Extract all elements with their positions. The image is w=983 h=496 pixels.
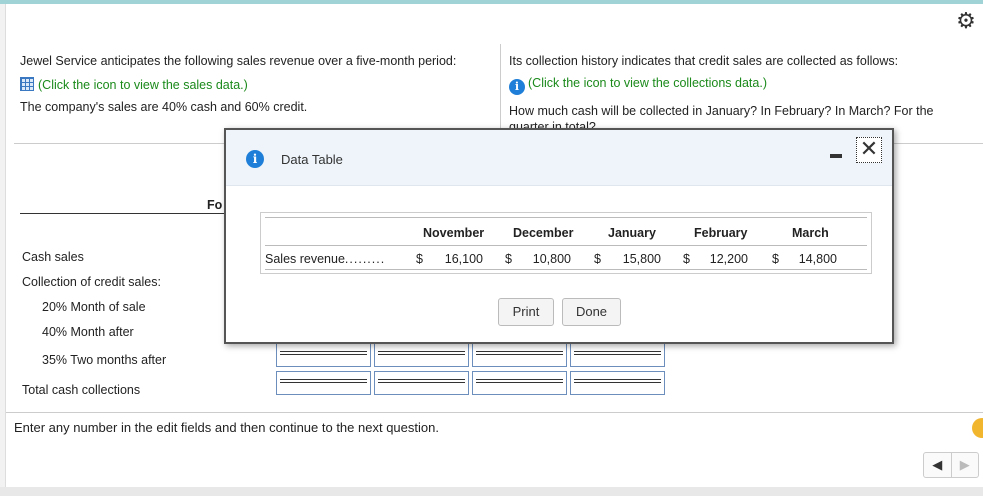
value-december: 10,800 bbox=[532, 252, 571, 266]
table-bottom-rule bbox=[265, 269, 867, 270]
sales-data-link[interactable]: (Click the icon to view the sales data.) bbox=[20, 77, 248, 92]
info-icon[interactable]: i bbox=[509, 79, 525, 95]
table-header-rule bbox=[265, 245, 867, 246]
collections-data-link[interactable]: i (Click the icon to view the collections… bbox=[509, 76, 767, 95]
sales-data-link-text[interactable]: (Click the icon to view the sales data.) bbox=[38, 78, 248, 92]
col-header-february: February bbox=[694, 226, 748, 240]
row-label-collection-credit: Collection of credit sales: bbox=[22, 275, 161, 289]
col-header-january: January bbox=[608, 226, 656, 240]
top-accent-bar bbox=[0, 0, 983, 4]
prev-button[interactable]: ◀ bbox=[924, 453, 951, 477]
col-header-december: December bbox=[513, 226, 574, 240]
footer-divider bbox=[6, 412, 983, 413]
row-label-total-cash: Total cash collections bbox=[22, 383, 141, 397]
collections-data-link-text[interactable]: (Click the icon to view the collections … bbox=[528, 76, 767, 90]
schedule-header-rule bbox=[20, 213, 225, 214]
info-icon: i bbox=[246, 150, 264, 168]
close-button[interactable]: ✕ bbox=[856, 137, 882, 163]
value-february: 12,200 bbox=[709, 252, 748, 266]
left-intro-text: Jewel Service anticipates the following … bbox=[20, 54, 457, 68]
currency-sign: $ bbox=[505, 252, 512, 266]
bottom-strip bbox=[0, 487, 983, 496]
question-text: How much cash will be collected in Janua… bbox=[509, 104, 934, 129]
currency-sign: $ bbox=[683, 252, 690, 266]
value-march: 14,800 bbox=[798, 252, 837, 266]
value-january: 15,800 bbox=[622, 252, 661, 266]
schedule-header-fragment: Fo bbox=[207, 198, 223, 212]
input-feb-total[interactable] bbox=[374, 371, 469, 395]
grid-table-icon[interactable] bbox=[20, 77, 34, 91]
row-label-cash-sales: Cash sales bbox=[22, 250, 84, 264]
input-mar-total[interactable] bbox=[472, 371, 567, 395]
print-button[interactable]: Print bbox=[498, 298, 554, 326]
minimize-icon[interactable] bbox=[830, 154, 842, 158]
gear-icon[interactable]: ⚙ bbox=[955, 10, 977, 32]
instruction-text: Enter any number in the edit fields and … bbox=[14, 420, 439, 435]
value-november: 16,100 bbox=[444, 252, 483, 266]
sales-mix-note: The company's sales are 40% cash and 60%… bbox=[20, 100, 308, 114]
input-jan-total[interactable] bbox=[276, 371, 371, 395]
input-quarter-two-months-after[interactable] bbox=[570, 343, 665, 367]
help-icon[interactable] bbox=[972, 418, 983, 438]
input-jan-two-months-after[interactable] bbox=[276, 343, 371, 367]
row-label-month-of-sale: 20% Month of sale bbox=[42, 300, 146, 314]
currency-sign: $ bbox=[772, 252, 779, 266]
row-label-sales-revenue: Sales revenue......... bbox=[265, 252, 386, 266]
input-quarter-total[interactable] bbox=[570, 371, 665, 395]
data-table-dialog: i Data Table ✕ November December January… bbox=[224, 128, 894, 344]
left-edge-panel bbox=[0, 4, 6, 496]
currency-sign: $ bbox=[416, 252, 423, 266]
input-feb-two-months-after[interactable] bbox=[374, 343, 469, 367]
table-top-rule bbox=[265, 217, 867, 218]
col-header-november: November bbox=[423, 226, 485, 240]
dialog-header: i Data Table ✕ bbox=[226, 130, 892, 186]
column-divider bbox=[500, 44, 501, 128]
next-button[interactable]: ▶ bbox=[950, 453, 979, 477]
col-header-march: March bbox=[792, 226, 829, 240]
row-label-two-months-after: 35% Two months after bbox=[42, 353, 167, 367]
row-label-month-after: 40% Month after bbox=[42, 325, 134, 339]
currency-sign: $ bbox=[594, 252, 601, 266]
input-mar-two-months-after[interactable] bbox=[472, 343, 567, 367]
sales-data-table: November December January February March… bbox=[260, 212, 872, 274]
done-button[interactable]: Done bbox=[562, 298, 621, 326]
right-intro-text: Its collection history indicates that cr… bbox=[509, 54, 899, 68]
question-nav: ◀ ▶ bbox=[923, 452, 979, 478]
dialog-title: Data Table bbox=[281, 152, 343, 167]
